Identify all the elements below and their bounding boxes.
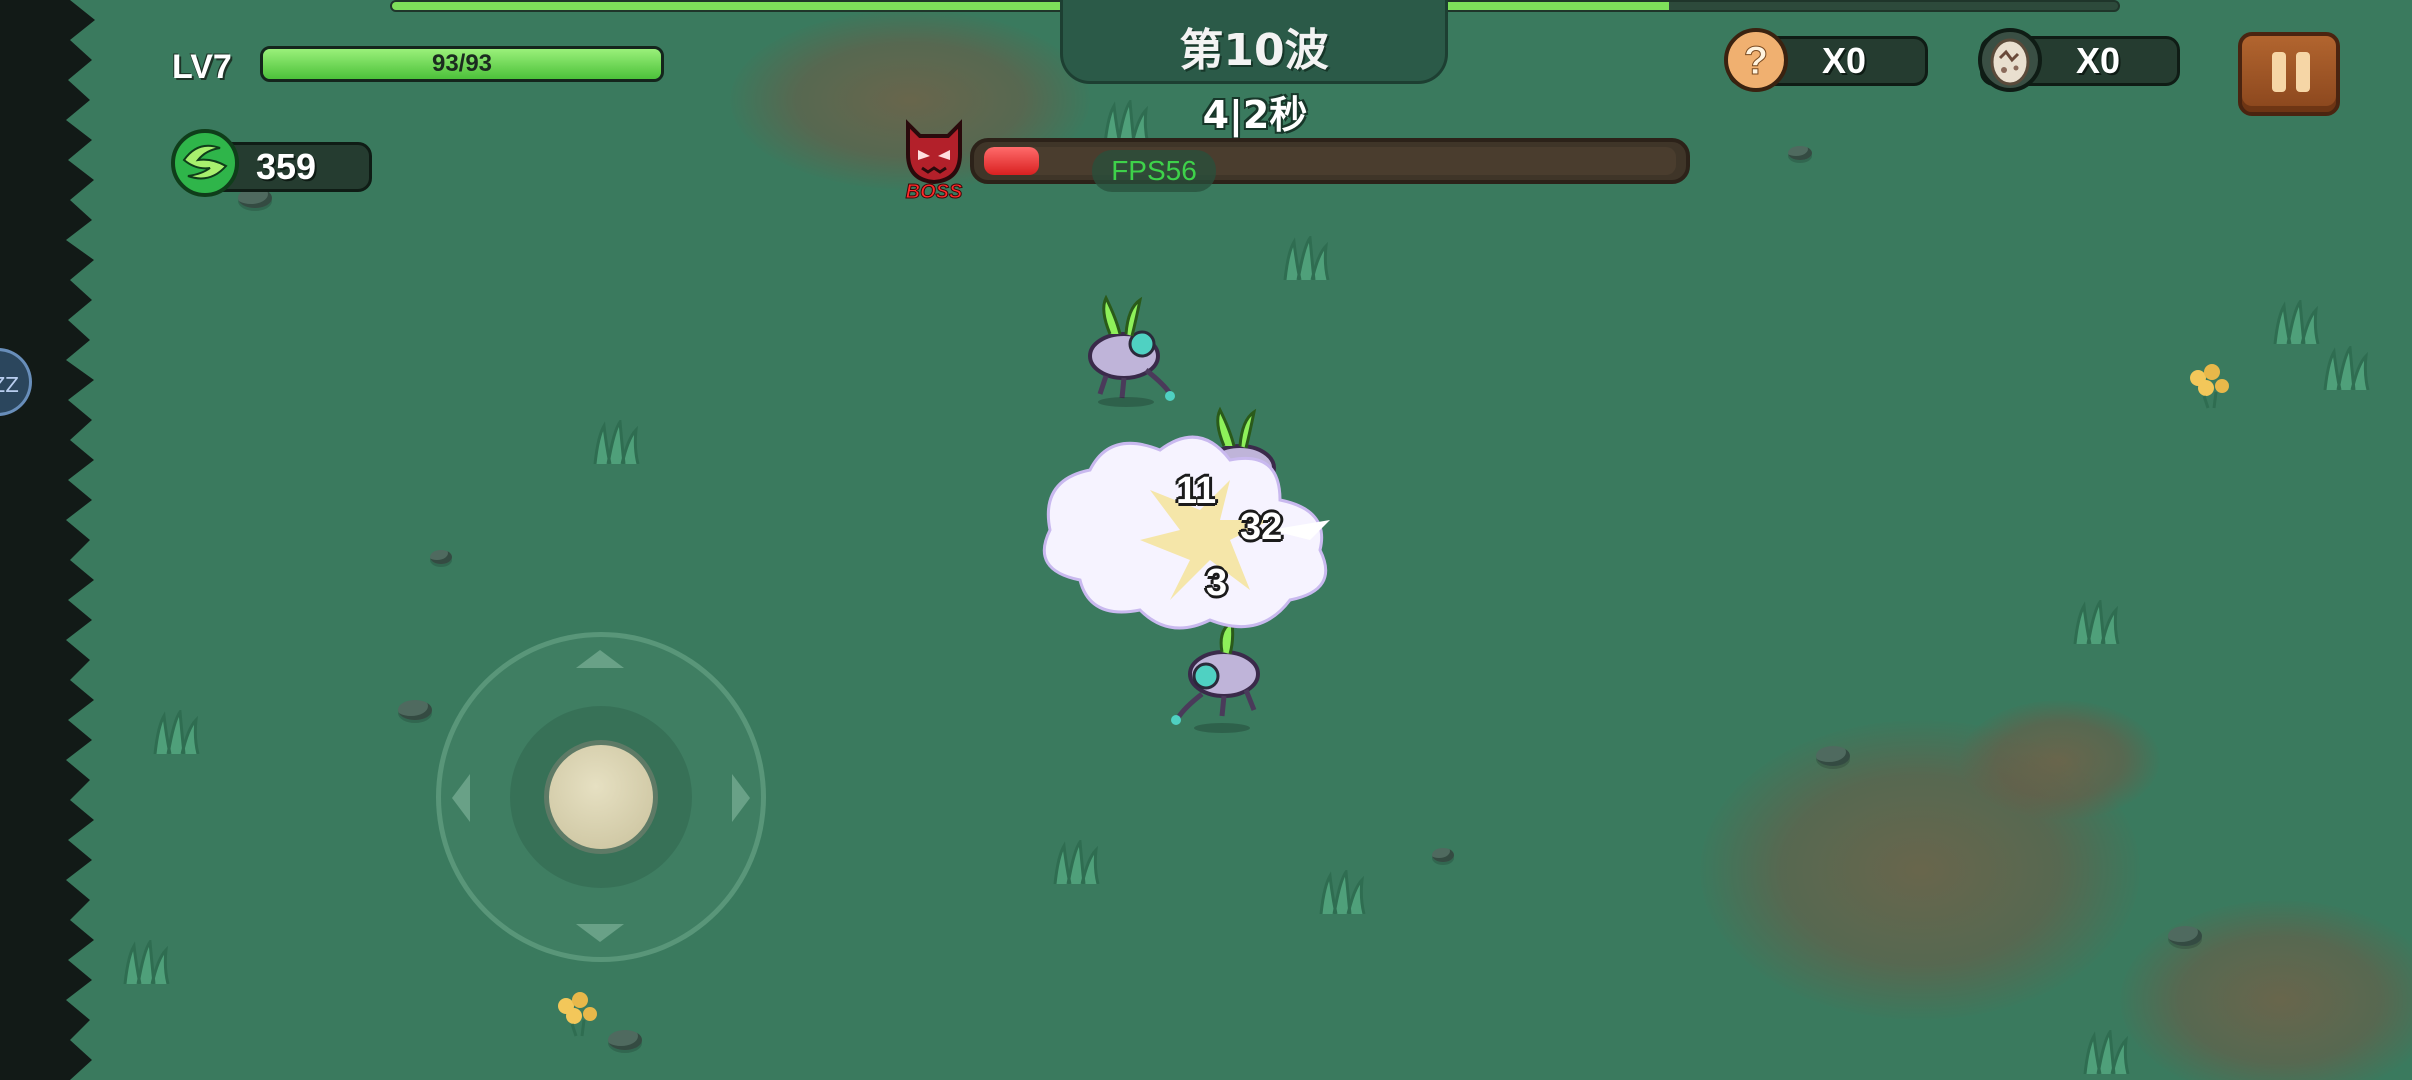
joystick-up-arrow	[576, 650, 624, 668]
damage-number: 3	[1206, 562, 1228, 604]
joystick-right-arrow	[732, 774, 750, 822]
monster-egg-icon	[1978, 28, 2042, 92]
player-hp-text: 93/93	[431, 50, 493, 77]
hit-explosion-effect	[1042, 435, 1330, 630]
question-mark-icon: ?	[1724, 28, 1788, 92]
yellow-flowers	[558, 992, 597, 1037]
boss-hp-bar	[970, 138, 1690, 184]
wave-title: 第10波	[1179, 25, 1329, 76]
enemy-bug	[1088, 294, 1175, 407]
game-stage: LV7 93/93 359 第10波 4|2秒 BOSS FPS56 ? X0	[0, 0, 2412, 1080]
damage-number: 32	[1240, 506, 1283, 548]
pause-icon	[2272, 52, 2286, 92]
joystick-knob[interactable]	[544, 740, 658, 854]
grass-tuft	[2323, 346, 2370, 390]
player-level: LV7	[172, 48, 232, 86]
svg-text:?: ?	[1744, 39, 1768, 83]
demon-face-icon: BOSS	[905, 119, 963, 200]
rock	[398, 700, 432, 720]
boss-hp-track	[984, 147, 1676, 175]
damage-number: 11	[1176, 470, 1217, 512]
gem-count: 359	[256, 146, 317, 187]
rock	[1432, 848, 1454, 862]
grass-tuft	[123, 940, 170, 984]
rock	[2168, 926, 2202, 946]
rock	[608, 1030, 642, 1050]
wave-progress-fill	[392, 2, 1670, 10]
grass-tuft	[1283, 236, 1330, 280]
joystick-left-arrow	[452, 774, 470, 822]
spiky-wall	[0, 0, 95, 1080]
boss-hp-fill	[984, 147, 1040, 175]
boss-label: BOSS	[906, 181, 963, 200]
grass-tuft	[2273, 300, 2320, 344]
rock	[1816, 746, 1850, 766]
pause-button[interactable]	[2238, 32, 2340, 116]
player-hp-bar: 93/93	[260, 46, 664, 82]
grass-tuft	[1319, 870, 1366, 914]
pause-icon	[2296, 52, 2310, 92]
joystick-down-arrow	[576, 924, 624, 942]
green-swirl-gem-icon	[171, 129, 239, 197]
fps-label: FPS56	[1092, 150, 1216, 192]
grass-tuft	[593, 420, 640, 464]
mystery-count: X0	[1822, 40, 1867, 81]
wave-timer: 4|2秒	[1202, 93, 1308, 137]
yellow-flowers	[2190, 364, 2229, 409]
dirt-patch	[1960, 700, 2160, 820]
grass-tuft	[2073, 600, 2120, 644]
grass-tuft	[1053, 840, 1100, 884]
grass-tuft	[2083, 1030, 2130, 1074]
rock	[430, 550, 452, 564]
egg-count: X0	[2076, 40, 2121, 81]
rock	[1788, 146, 1812, 160]
grass-tuft	[153, 710, 200, 754]
dirt-patch	[2120, 900, 2412, 1080]
